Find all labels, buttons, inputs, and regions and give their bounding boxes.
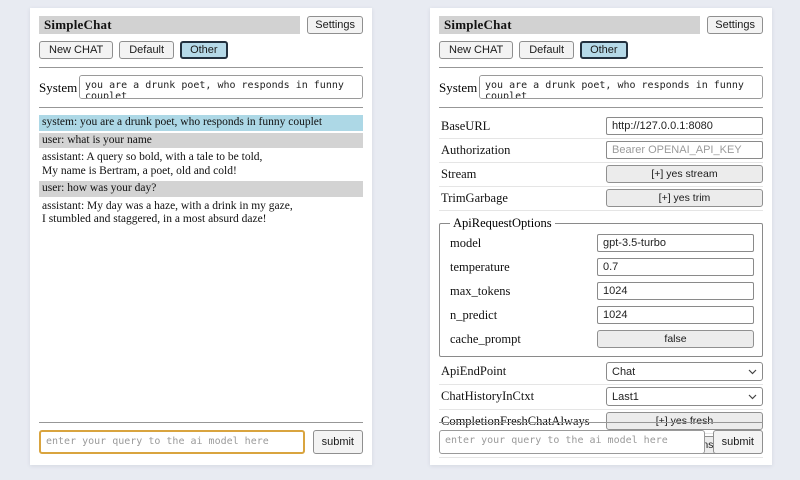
query-bar: submit (39, 422, 363, 454)
new-chat-button[interactable]: New CHAT (439, 41, 513, 59)
chat-panel: SimpleChat Settings New CHAT Default Oth… (30, 8, 372, 465)
max-tokens-input[interactable] (597, 282, 754, 300)
header: SimpleChat Settings (439, 16, 763, 34)
new-chat-button[interactable]: New CHAT (39, 41, 113, 59)
setting-row-max-tokens: max_tokens (448, 279, 754, 303)
submit-button[interactable]: submit (313, 430, 363, 454)
divider (39, 422, 363, 423)
setting-label: BaseURL (439, 119, 490, 134)
setting-row-chathistoryinctxt: ChatHistoryInCtxt Last1 (439, 385, 763, 410)
setting-label: max_tokens (448, 284, 510, 299)
setting-label: temperature (448, 260, 510, 275)
api-request-options-fieldset: ApiRequestOptions model temperature max_… (439, 216, 763, 357)
session-toolbar: New CHAT Default Other (39, 41, 363, 59)
chat-message-assistant: assistant: A query so bold, with a tale … (39, 150, 363, 179)
settings-button[interactable]: Settings (307, 16, 363, 34)
query-input[interactable] (439, 430, 705, 454)
chat-message-assistant: assistant: My day was a haze, with a dri… (39, 199, 363, 228)
chat-message-user: user: how was your day? (39, 181, 363, 197)
app-title: SimpleChat (39, 16, 300, 34)
system-prompt-label: System (39, 75, 79, 96)
session-tab-other[interactable]: Other (580, 41, 628, 59)
submit-button[interactable]: submit (713, 430, 763, 454)
setting-row-stream: Stream [+] yes stream (439, 163, 763, 187)
divider (439, 422, 763, 423)
header: SimpleChat Settings (39, 16, 363, 34)
session-tab-other[interactable]: Other (180, 41, 228, 59)
setting-row-model: model (448, 231, 754, 255)
settings-button[interactable]: Settings (707, 16, 763, 34)
select-value: Last1 (612, 391, 639, 403)
setting-row-authorization: Authorization (439, 139, 763, 163)
setting-label: ChatHistoryInCtxt (439, 389, 534, 404)
system-prompt-label: System (439, 75, 479, 96)
chat-history-in-ctxt-select[interactable]: Last1 (606, 387, 763, 406)
chevron-down-icon (748, 366, 757, 378)
n-predict-input[interactable] (597, 306, 754, 324)
chevron-down-icon (748, 391, 757, 403)
settings-panel: SimpleChat Settings New CHAT Default Oth… (430, 8, 772, 465)
fieldset-legend: ApiRequestOptions (450, 216, 555, 231)
setting-row-trimgarbage: TrimGarbage [+] yes trim (439, 187, 763, 211)
setting-label: Stream (439, 167, 476, 182)
trimgarbage-toggle-button[interactable]: [+] yes trim (606, 189, 763, 207)
divider (39, 107, 363, 108)
chat-message-list: system: you are a drunk poet, who respon… (39, 115, 363, 228)
baseurl-input[interactable] (606, 117, 763, 135)
session-tab-default[interactable]: Default (519, 41, 574, 59)
setting-label: Authorization (439, 143, 510, 158)
setting-row-n-predict: n_predict (448, 303, 754, 327)
session-toolbar: New CHAT Default Other (439, 41, 763, 59)
cache-prompt-toggle-button[interactable]: false (597, 330, 754, 348)
app-title: SimpleChat (439, 16, 700, 34)
divider (439, 67, 763, 68)
chat-message-user: user: what is your name (39, 133, 363, 149)
setting-row-cache-prompt: cache_prompt false (448, 327, 754, 351)
setting-label: ApiEndPoint (439, 364, 506, 379)
session-tab-default[interactable]: Default (119, 41, 174, 59)
divider (439, 107, 763, 108)
stream-toggle-button[interactable]: [+] yes stream (606, 165, 763, 183)
query-input[interactable] (39, 430, 305, 454)
chat-message-system: system: you are a drunk poet, who respon… (39, 115, 363, 131)
system-prompt-input[interactable]: you are a drunk poet, who responds in fu… (479, 75, 763, 99)
setting-label: cache_prompt (448, 332, 521, 347)
setting-label: n_predict (448, 308, 497, 323)
setting-row-temperature: temperature (448, 255, 754, 279)
temperature-input[interactable] (597, 258, 754, 276)
setting-label: model (448, 236, 481, 251)
query-bar: submit (439, 422, 763, 454)
setting-row-apiendpoint: ApiEndPoint Chat (439, 360, 763, 385)
select-value: Chat (612, 366, 635, 378)
api-endpoint-select[interactable]: Chat (606, 362, 763, 381)
model-input[interactable] (597, 234, 754, 252)
divider (39, 67, 363, 68)
setting-row-baseurl: BaseURL (439, 115, 763, 139)
system-prompt-row: System you are a drunk poet, who respond… (39, 75, 363, 99)
system-prompt-row: System you are a drunk poet, who respond… (439, 75, 763, 99)
authorization-input[interactable] (606, 141, 763, 159)
system-prompt-input[interactable]: you are a drunk poet, who responds in fu… (79, 75, 363, 99)
setting-label: TrimGarbage (439, 191, 508, 206)
